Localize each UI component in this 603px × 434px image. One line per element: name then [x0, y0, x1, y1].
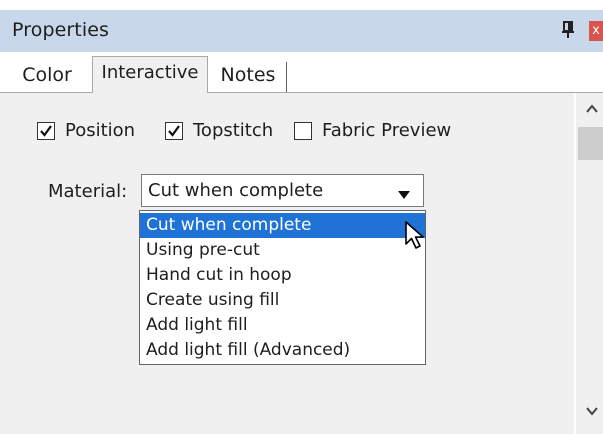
material-dropdown-list: Cut when complete Using pre-cut Hand cut…: [139, 210, 426, 365]
tab-color[interactable]: Color: [12, 62, 82, 92]
option-add-light-fill[interactable]: Add light fill: [140, 313, 425, 338]
option-cut-when-complete[interactable]: Cut when complete: [140, 213, 425, 238]
scrollbar-thumb[interactable]: [578, 127, 603, 160]
position-label[interactable]: Position: [65, 120, 135, 141]
material-selected-value: Cut when complete: [148, 180, 324, 201]
position-checkbox[interactable]: [37, 122, 55, 140]
mouse-cursor-icon: [404, 220, 430, 252]
properties-panel: Properties x Color Interactive Notes Pos…: [0, 0, 603, 434]
option-add-light-fill-advanced[interactable]: Add light fill (Advanced): [140, 338, 425, 363]
fabric-preview-checkbox[interactable]: [294, 122, 312, 140]
option-hand-cut-in-hoop[interactable]: Hand cut in hoop: [140, 263, 425, 288]
scroll-down-icon[interactable]: [583, 402, 601, 420]
topstitch-checkbox[interactable]: [165, 122, 183, 140]
pin-icon[interactable]: [561, 21, 575, 39]
tab-strip: [0, 52, 603, 92]
topstitch-label[interactable]: Topstitch: [193, 120, 273, 141]
panel-title: Properties: [12, 19, 110, 41]
tab-interactive[interactable]: Interactive: [92, 56, 208, 94]
tab-notes[interactable]: Notes: [210, 62, 287, 92]
option-using-pre-cut[interactable]: Using pre-cut: [140, 238, 425, 263]
close-button[interactable]: x: [589, 21, 603, 41]
option-create-using-fill[interactable]: Create using fill: [140, 288, 425, 313]
material-select[interactable]: Cut when complete: [141, 174, 424, 207]
checkmark-icon: [40, 125, 52, 137]
close-icon: x: [592, 23, 600, 38]
chevron-down-icon[interactable]: [395, 186, 413, 199]
checkmark-icon: [168, 125, 180, 137]
scroll-up-icon[interactable]: [583, 100, 601, 118]
material-label: Material:: [48, 181, 128, 202]
fabric-preview-label[interactable]: Fabric Preview: [322, 120, 451, 141]
